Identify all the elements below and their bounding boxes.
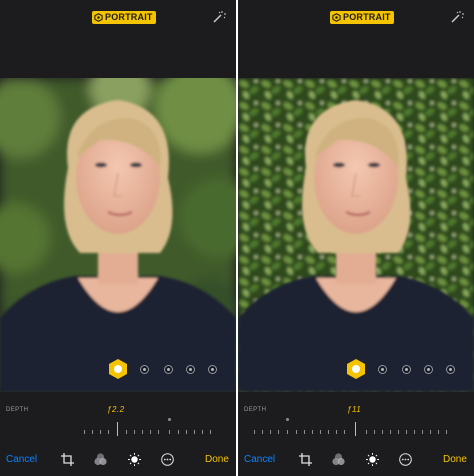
depth-indicator [355,422,356,436]
editor-panel-right: PORTRAIT DEPTH ƒ11 Cancel Done [238,0,474,476]
bottom-toolbar: Cancel Done [0,452,236,472]
top-bar: PORTRAIT [238,0,474,78]
depth-label: DEPTH [6,407,29,413]
cancel-button[interactable]: Cancel [244,454,275,465]
more-icon[interactable] [399,453,412,466]
fstop-value: ƒ2.2 [107,405,125,414]
adjust-icon[interactable] [366,453,379,466]
portrait-label: PORTRAIT [343,12,391,22]
bottom-toolbar: Cancel Done [238,452,474,472]
filters-icon[interactable] [94,453,107,466]
contour-light-option[interactable] [402,365,411,374]
depth-controls: DEPTH ƒ2.2 Cancel Done [0,392,236,476]
stage-light-mono-option[interactable] [208,365,217,374]
adjust-icon[interactable] [128,453,141,466]
depth-label: DEPTH [244,407,267,413]
stage-light-option[interactable] [424,365,433,374]
default-depth-marker [168,418,171,421]
studio-light-option[interactable] [378,365,387,374]
portrait-cube-icon [94,13,103,22]
top-bar: PORTRAIT [0,0,236,78]
contour-light-option[interactable] [164,365,173,374]
done-button[interactable]: Done [205,454,229,465]
depth-controls: DEPTH ƒ11 Cancel Done [238,392,474,476]
depth-slider[interactable] [254,418,454,438]
studio-light-option[interactable] [140,365,149,374]
lighting-options [238,358,474,384]
natural-light-icon[interactable] [108,358,128,380]
default-depth-marker [286,418,289,421]
magic-wand-icon[interactable] [212,10,226,24]
portrait-photo [238,78,474,392]
lighting-options [0,358,236,384]
cancel-button[interactable]: Cancel [6,454,37,465]
more-icon[interactable] [161,453,174,466]
portrait-toggle[interactable]: PORTRAIT [92,11,156,24]
editor-panel-left: PORTRAIT DEPTH ƒ2.2 Cancel Done [0,0,236,476]
fstop-value: ƒ11 [347,405,362,414]
filters-icon[interactable] [332,453,345,466]
natural-light-icon[interactable] [346,358,366,380]
portrait-label: PORTRAIT [105,12,153,22]
portrait-toggle[interactable]: PORTRAIT [330,11,394,24]
depth-slider[interactable] [84,418,214,438]
crop-icon[interactable] [61,453,74,466]
crop-icon[interactable] [299,453,312,466]
done-button[interactable]: Done [443,454,467,465]
portrait-cube-icon [332,13,341,22]
magic-wand-icon[interactable] [450,10,464,24]
stage-light-option[interactable] [186,365,195,374]
depth-indicator [117,422,118,436]
portrait-photo [0,78,236,392]
stage-light-mono-option[interactable] [446,365,455,374]
